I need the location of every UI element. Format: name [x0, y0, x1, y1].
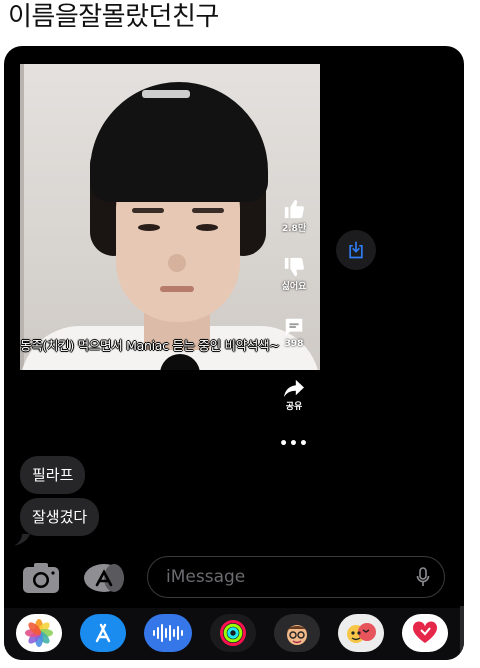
thumbs-up-icon [284, 199, 304, 219]
imessage-app-drawer [4, 608, 464, 660]
dislike-button[interactable]: 싫어요 [274, 256, 314, 292]
post-caption: 이름을잘몰랐던친구 [8, 2, 219, 32]
message-bubble[interactable]: 필라프 [20, 456, 86, 494]
download-share-icon [349, 241, 363, 259]
dictation-mic-icon[interactable] [416, 567, 430, 587]
video-message-card[interactable]: 2.8만 싫어요 398 동족(치킨) 먹으면서 Maniac 듣는 중인 비약… [20, 64, 320, 370]
video-subtitle: 동족(치킨) 먹으면서 Maniac 듣는 중인 비약석색~ [20, 338, 280, 353]
thumbs-down-icon [284, 257, 304, 277]
message-input-placeholder: iMessage [166, 567, 246, 587]
activity-rings-icon[interactable] [210, 614, 256, 652]
audio-message-icon[interactable] [144, 614, 192, 652]
share-button[interactable]: 공유 [274, 378, 314, 412]
app-store-icon[interactable] [80, 614, 126, 652]
save-to-files-button[interactable] [336, 230, 376, 270]
bubble-tail [14, 534, 30, 546]
memoji-stickers-icon[interactable] [338, 614, 384, 652]
camera-icon [23, 563, 59, 593]
message-input[interactable]: iMessage [147, 556, 445, 598]
camera-button[interactable] [22, 558, 60, 598]
share-label: 공유 [285, 402, 303, 412]
photos-app-icon[interactable] [16, 614, 62, 652]
app-store-a-icon [84, 564, 124, 592]
more-dots-icon: ••• [279, 436, 309, 452]
like-button[interactable]: 2.8만 [274, 198, 314, 234]
dislike-label: 싫어요 [281, 282, 307, 292]
like-count: 2.8만 [281, 224, 307, 234]
message-bubble[interactable]: 잘생겼다 [20, 498, 100, 536]
memoji-icon[interactable] [274, 614, 320, 652]
share-arrow-icon [284, 379, 304, 398]
more-options-button[interactable]: ••• [274, 436, 314, 452]
app-store-drawer-button[interactable] [80, 558, 128, 598]
imessage-screen: 2.8만 싫어요 398 동족(치킨) 먹으면서 Maniac 듣는 중인 비약… [4, 46, 464, 660]
digital-touch-icon[interactable] [402, 614, 448, 652]
